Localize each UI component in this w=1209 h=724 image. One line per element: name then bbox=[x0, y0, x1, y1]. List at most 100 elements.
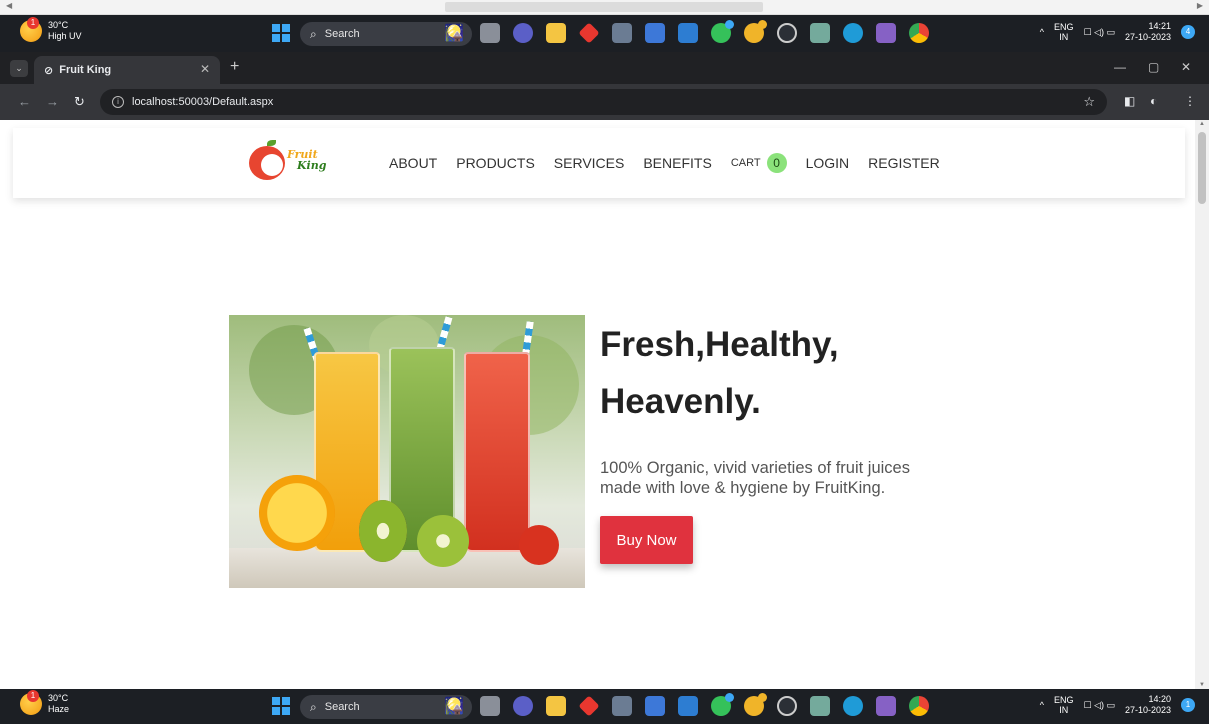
vertical-scrollbar[interactable]: ▲ ▼ bbox=[1195, 120, 1209, 689]
scroll-right-arrow-icon[interactable]: ▶ bbox=[1197, 1, 1203, 10]
file-explorer-icon[interactable] bbox=[546, 696, 566, 716]
close-tab-icon[interactable]: ✕ bbox=[200, 62, 210, 76]
weather-widget-bottom[interactable]: 1 30°C Haze bbox=[20, 690, 70, 715]
whatsapp-icon[interactable] bbox=[711, 20, 734, 43]
speedometer-icon[interactable] bbox=[777, 23, 797, 43]
weather-widget[interactable]: 1 30°C High UV bbox=[20, 17, 82, 42]
language-indicator[interactable]: ENG IN bbox=[1054, 695, 1074, 715]
chatgpt-icon[interactable] bbox=[810, 23, 830, 43]
clock[interactable]: 14:21 27-10-2023 bbox=[1125, 21, 1171, 43]
windows-start-icon[interactable] bbox=[272, 697, 290, 715]
app-diamond-icon[interactable] bbox=[578, 695, 600, 717]
hero-title-line-2: Heavenly. bbox=[600, 382, 761, 421]
visual-studio-icon[interactable] bbox=[876, 696, 896, 716]
clock-time: 14:21 bbox=[1148, 21, 1171, 31]
scroll-down-arrow-icon[interactable]: ▼ bbox=[1199, 682, 1205, 688]
back-icon[interactable]: ← bbox=[18, 94, 31, 109]
taskbar-top: 1 30°C High UV ⌕ Search 🎑 ^ ENG IN ☐ ◁) bbox=[0, 15, 1209, 52]
mail-icon[interactable] bbox=[678, 23, 698, 43]
hero-desc-line-1: 100% Organic, vivid varieties of fruit j… bbox=[600, 459, 910, 477]
whatsapp-icon[interactable] bbox=[711, 693, 734, 716]
camera-icon[interactable] bbox=[612, 23, 632, 43]
task-view-icon[interactable] bbox=[480, 23, 500, 43]
taskbar-search[interactable]: ⌕ Search 🎑 bbox=[300, 695, 472, 719]
scroll-up-arrow-icon[interactable]: ▲ bbox=[1199, 121, 1205, 127]
windows-start-icon[interactable] bbox=[272, 24, 290, 42]
chrome-icon[interactable] bbox=[909, 696, 929, 716]
weather-temp: 30°C bbox=[48, 693, 69, 703]
nav-login[interactable]: LOGIN bbox=[806, 155, 850, 171]
forward-icon[interactable]: → bbox=[46, 94, 59, 109]
chrome-icon[interactable] bbox=[909, 23, 929, 43]
lang-code: ENG bbox=[1053, 22, 1074, 32]
weather-desc: High UV bbox=[48, 31, 82, 41]
media-player-icon[interactable] bbox=[645, 23, 665, 43]
mail-icon[interactable] bbox=[678, 696, 698, 716]
visual-studio-icon[interactable] bbox=[876, 23, 896, 43]
task-view-icon[interactable] bbox=[480, 696, 500, 716]
more-menu-icon[interactable]: ⋮ bbox=[1184, 94, 1196, 108]
weather-badge: 1 bbox=[27, 690, 39, 702]
tray-chevron-up-icon[interactable]: ^ bbox=[1040, 27, 1044, 37]
url-bar[interactable]: i localhost:50003/Default.aspx ☆ bbox=[100, 89, 1107, 115]
chrome-canary-icon[interactable] bbox=[744, 693, 767, 716]
file-explorer-icon[interactable] bbox=[546, 23, 566, 43]
nav-about[interactable]: ABOUT bbox=[389, 155, 437, 171]
new-tab-icon[interactable]: + bbox=[230, 58, 239, 76]
browser-tab[interactable]: ⊘ Fruit King ✕ bbox=[34, 56, 220, 84]
search-highlight-icon: 🎑 bbox=[444, 698, 464, 715]
chatgpt-icon[interactable] bbox=[810, 696, 830, 716]
reload-icon[interactable]: ↻ bbox=[74, 94, 85, 110]
nav-products[interactable]: PRODUCTS bbox=[456, 155, 535, 171]
scrollbar-thumb[interactable] bbox=[445, 2, 763, 12]
nav-register[interactable]: REGISTER bbox=[868, 155, 940, 171]
page-viewport: Fruit King ABOUT PRODUCTS SERVICES BENEF… bbox=[0, 120, 1209, 689]
teams-icon[interactable] bbox=[513, 23, 533, 43]
scroll-left-arrow-icon[interactable]: ◀ bbox=[6, 1, 12, 10]
buy-now-button[interactable]: Buy Now bbox=[600, 516, 693, 564]
nav-benefits[interactable]: BENEFITS bbox=[643, 155, 711, 171]
address-toolbar: ← → ↻ i localhost:50003/Default.aspx ☆ ◧… bbox=[0, 84, 1209, 120]
cart-label: CART bbox=[730, 157, 761, 169]
vertical-scrollbar-thumb[interactable] bbox=[1198, 132, 1206, 204]
sidebar-panel-icon[interactable]: ◧ bbox=[1124, 94, 1135, 108]
app-diamond-icon[interactable] bbox=[578, 22, 600, 44]
weather-desc: Haze bbox=[48, 704, 70, 714]
minimize-icon[interactable]: — bbox=[1114, 60, 1126, 74]
clock-time: 14:20 bbox=[1148, 694, 1171, 704]
weather-badge: 1 bbox=[27, 17, 39, 29]
horizontal-scrollbar[interactable]: ◀ ▶ bbox=[0, 0, 1209, 15]
fruit-king-logo[interactable]: Fruit King bbox=[249, 140, 329, 182]
taskbar-search-label: Search bbox=[324, 701, 360, 713]
language-indicator[interactable]: ENG IN bbox=[1054, 22, 1074, 42]
url-text: localhost:50003/Default.aspx bbox=[132, 96, 274, 108]
tab-title: Fruit King bbox=[59, 64, 112, 76]
network-volume-battery-icon[interactable]: ☐ ◁) ▭ bbox=[1083, 700, 1115, 711]
chrome-canary-icon[interactable] bbox=[744, 20, 767, 43]
teams-icon[interactable] bbox=[513, 696, 533, 716]
edge-icon[interactable] bbox=[843, 23, 863, 43]
maximize-icon[interactable]: ▢ bbox=[1148, 60, 1159, 74]
close-window-icon[interactable]: ✕ bbox=[1181, 60, 1191, 74]
bookmark-star-icon[interactable]: ☆ bbox=[1083, 94, 1095, 110]
profile-avatar-icon[interactable]: ◐ bbox=[1150, 94, 1157, 108]
site-info-icon[interactable]: i bbox=[112, 96, 124, 108]
camera-icon[interactable] bbox=[612, 696, 632, 716]
site-navbar: Fruit King ABOUT PRODUCTS SERVICES BENEF… bbox=[13, 128, 1185, 198]
tray-chevron-up-icon[interactable]: ^ bbox=[1040, 700, 1044, 710]
notification-badge[interactable]: 4 bbox=[1181, 25, 1195, 39]
clock[interactable]: 14:20 27-10-2023 bbox=[1125, 694, 1171, 716]
hero-title: Fresh,Healthy, Heavenly. bbox=[600, 316, 1020, 430]
lang-code: ENG bbox=[1053, 695, 1074, 705]
hero-description: 100% Organic, vivid varieties of fruit j… bbox=[600, 458, 980, 498]
taskbar-search[interactable]: ⌕ Search 🎑 bbox=[300, 22, 472, 46]
nav-services[interactable]: SERVICES bbox=[554, 155, 625, 171]
nav-cart[interactable]: CART 0 bbox=[731, 153, 787, 173]
taskbar-search-label: Search bbox=[324, 28, 360, 40]
notification-badge[interactable]: 1 bbox=[1181, 698, 1195, 712]
tab-search-chevron-icon[interactable]: ⌄ bbox=[10, 60, 28, 77]
edge-icon[interactable] bbox=[843, 696, 863, 716]
network-volume-battery-icon[interactable]: ☐ ◁) ▭ bbox=[1083, 27, 1115, 38]
speedometer-icon[interactable] bbox=[777, 696, 797, 716]
media-player-icon[interactable] bbox=[645, 696, 665, 716]
